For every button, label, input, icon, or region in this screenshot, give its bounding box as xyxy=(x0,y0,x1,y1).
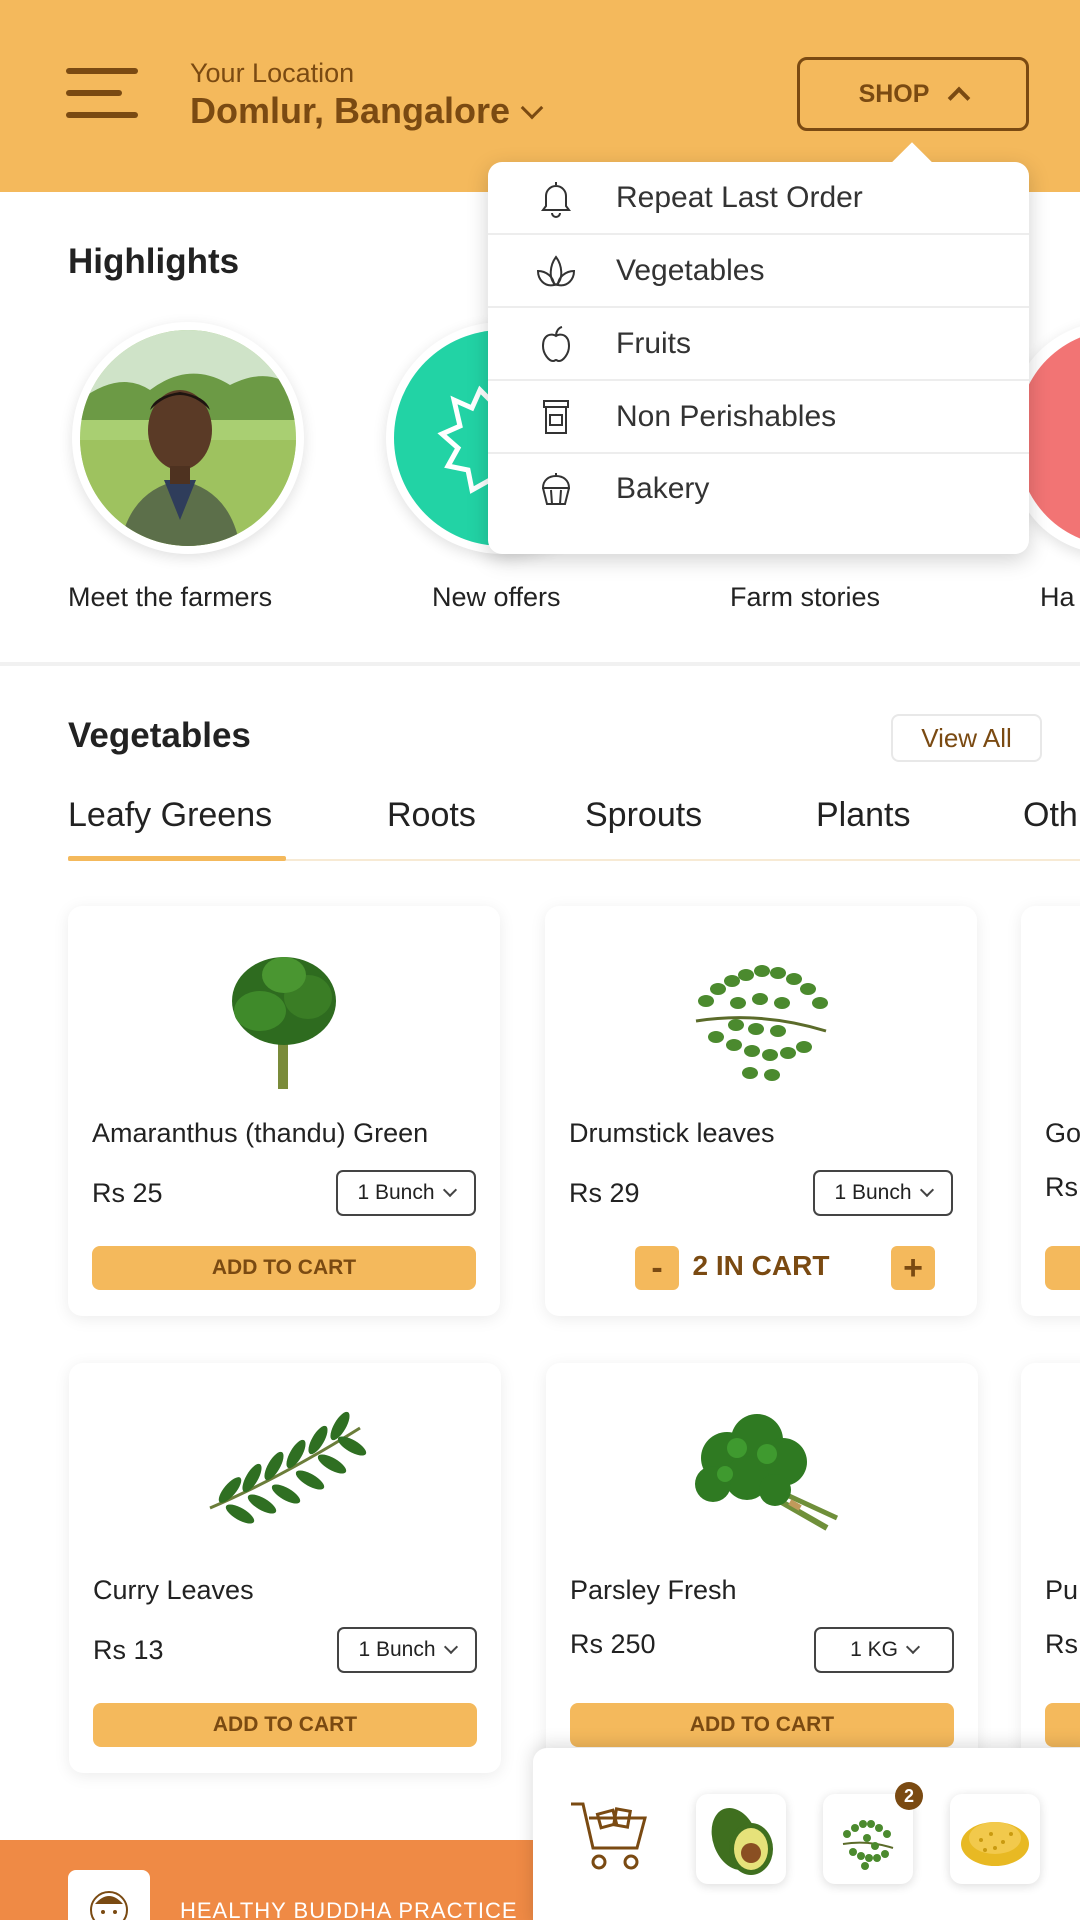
add-to-cart-button[interactable]: ADD TO CART xyxy=(93,1703,477,1747)
product-name: Go xyxy=(1045,1118,1080,1148)
product-name: Drumstick leaves xyxy=(569,1118,775,1148)
unit-select[interactable]: 1 KG xyxy=(814,1627,954,1673)
menu-item-label: Fruits xyxy=(616,326,691,360)
menu-item-non-perishables[interactable]: Non Perishables xyxy=(488,381,1029,454)
highlight-meet-the-farmers[interactable] xyxy=(72,322,304,554)
tab-leafy-greens[interactable]: Leafy Greens xyxy=(68,796,272,835)
product-image xyxy=(168,936,400,1096)
menu-item-fruits[interactable]: Fruits xyxy=(488,308,1029,381)
product-card[interactable]: Amaranthus (thandu) Green Rs 25 1 Bunch … xyxy=(68,906,500,1316)
menu-item-label: Repeat Last Order xyxy=(616,180,863,214)
bell-icon xyxy=(534,176,578,220)
jar-icon xyxy=(534,395,578,439)
mini-cart-tray: 2 xyxy=(533,1748,1080,1920)
product-card[interactable]: Drumstick leaves Rs 29 1 Bunch - 2 IN CA… xyxy=(545,906,977,1316)
menu-item-label: Non Perishables xyxy=(616,399,837,433)
chevron-down-icon xyxy=(443,1639,458,1655)
healthy-buddha-logo xyxy=(68,1870,150,1920)
product-card-partial[interactable]: Pu Rs xyxy=(1021,1363,1080,1773)
add-to-cart-button[interactable] xyxy=(1045,1246,1080,1290)
product-name: Pu xyxy=(1045,1575,1079,1605)
product-price: Rs xyxy=(1045,1172,1078,1202)
cart-item-avocado[interactable] xyxy=(696,1794,786,1884)
menu-icon[interactable] xyxy=(66,66,138,122)
highlight-label: Ha xyxy=(1040,582,1075,612)
add-to-cart-button[interactable]: ADD TO CART xyxy=(92,1246,476,1290)
product-name: Amaranthus (thandu) Green xyxy=(92,1118,429,1148)
unit-select-value: 1 KG xyxy=(850,1638,898,1661)
banner-text: HEALTHY BUDDHA PRACTICE xyxy=(180,1898,518,1920)
shop-button-label: SHOP xyxy=(858,79,930,108)
shop-dropdown-menu: Repeat Last Order Vegetables Fruits Non … xyxy=(488,142,1029,554)
product-card[interactable]: Curry Leaves Rs 13 1 Bunch ADD TO CART xyxy=(69,1363,501,1773)
chevron-down-icon xyxy=(520,96,544,120)
product-name: Curry Leaves xyxy=(93,1575,254,1605)
shopping-cart-icon[interactable] xyxy=(569,1798,649,1874)
product-price: Rs 250 xyxy=(570,1629,656,1659)
tab-others[interactable]: Oth xyxy=(1023,796,1078,835)
product-image xyxy=(169,1393,401,1553)
product-card[interactable]: Parsley Fresh Rs 250 1 KG ADD TO CART xyxy=(546,1363,978,1773)
tab-roots[interactable]: Roots xyxy=(387,796,476,835)
menu-item-label: Vegetables xyxy=(616,253,765,287)
product-price: Rs 13 xyxy=(93,1635,164,1665)
apple-icon xyxy=(534,322,578,366)
highlight-label: New offers xyxy=(432,582,561,612)
farmer-photo xyxy=(80,330,296,546)
category-tabs: Leafy Greens Roots Sprouts Plants Oth xyxy=(0,796,1080,860)
unit-select-value: 1 Bunch xyxy=(834,1181,912,1204)
unit-select-value: 1 Bunch xyxy=(358,1638,436,1661)
product-name: Parsley Fresh xyxy=(570,1575,737,1605)
section-divider xyxy=(0,662,1080,666)
menu-item-bakery[interactable]: Bakery xyxy=(488,454,1029,524)
view-all-button[interactable]: View All xyxy=(891,714,1042,762)
promo-banner[interactable]: HEALTHY BUDDHA PRACTICE xyxy=(0,1840,540,1920)
cart-item-drumstick-leaves[interactable]: 2 xyxy=(823,1782,923,1884)
chevron-down-icon xyxy=(919,1182,934,1198)
highlight-label: Meet the farmers xyxy=(68,582,273,612)
highlight-label: Farm stories xyxy=(730,582,881,612)
location-label: Your Location xyxy=(190,58,355,88)
unit-select-value: 1 Bunch xyxy=(357,1181,435,1204)
vegetables-title: Vegetables xyxy=(68,716,251,755)
chevron-down-icon xyxy=(905,1639,920,1655)
cart-item-lentils[interactable] xyxy=(950,1794,1040,1884)
unit-select[interactable]: 1 Bunch xyxy=(337,1627,477,1673)
product-price: Rs 25 xyxy=(92,1178,163,1208)
tab-sprouts[interactable]: Sprouts xyxy=(585,796,702,835)
chevron-down-icon xyxy=(442,1182,457,1198)
unit-select[interactable]: 1 Bunch xyxy=(813,1170,953,1216)
location-selector[interactable]: Domlur, Bangalore xyxy=(190,90,544,132)
tab-plants[interactable]: Plants xyxy=(816,796,911,835)
menu-item-vegetables[interactable]: Vegetables xyxy=(488,235,1029,308)
increase-quantity-button[interactable]: + xyxy=(891,1246,935,1290)
product-price: Rs xyxy=(1045,1629,1078,1659)
menu-item-repeat-last-order[interactable]: Repeat Last Order xyxy=(488,162,1029,235)
menu-item-label: Bakery xyxy=(616,472,710,505)
add-to-cart-button[interactable]: ADD TO CART xyxy=(570,1703,954,1747)
product-card-partial[interactable]: Go Rs xyxy=(1021,906,1080,1316)
chevron-up-icon xyxy=(948,86,971,110)
cart-item-count-badge: 2 xyxy=(895,1782,923,1810)
cart-quantity-stepper: - 2 IN CART + xyxy=(569,1244,953,1292)
product-price: Rs 29 xyxy=(569,1178,640,1208)
active-tab-indicator xyxy=(68,856,286,861)
highlights-title: Highlights xyxy=(68,242,240,281)
leaves-icon xyxy=(534,249,578,293)
add-to-cart-button[interactable] xyxy=(1045,1703,1080,1747)
unit-select[interactable]: 1 Bunch xyxy=(336,1170,476,1216)
product-image xyxy=(646,1393,878,1553)
location-value: Domlur, Bangalore xyxy=(190,90,511,131)
product-image xyxy=(645,936,877,1096)
cupcake-icon xyxy=(534,467,578,511)
shop-button[interactable]: SHOP xyxy=(797,57,1029,131)
